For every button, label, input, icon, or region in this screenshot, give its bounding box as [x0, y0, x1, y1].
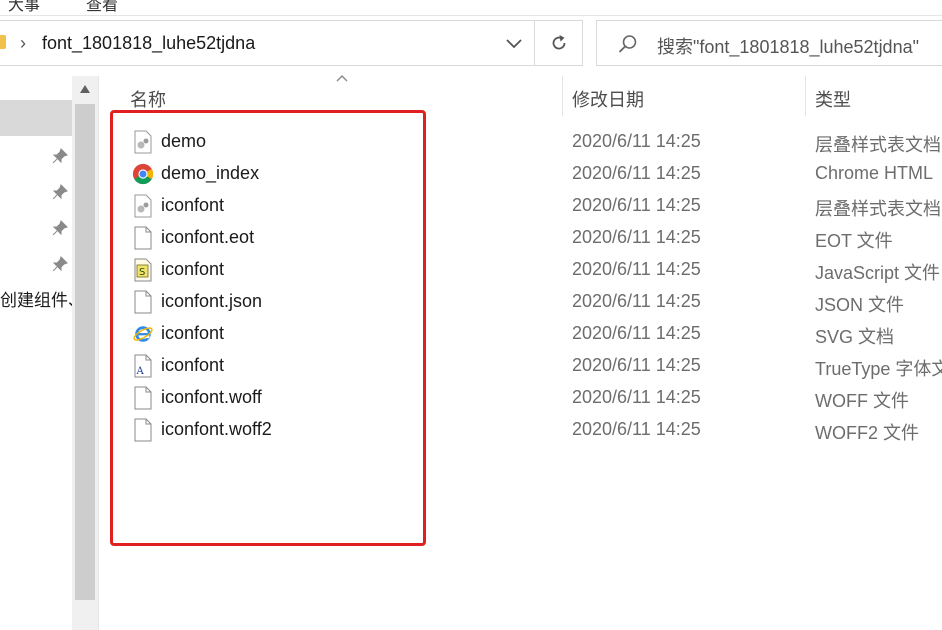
file-date: 2020/6/11 14:25 — [572, 323, 701, 343]
scrollbar-thumb[interactable] — [75, 104, 95, 600]
nav-scrollbar[interactable] — [72, 76, 98, 630]
file-date: 2020/6/11 14:25 — [572, 227, 701, 247]
file-type: 层叠样式表文档 — [815, 135, 941, 155]
file-date: 2020/6/11 14:25 — [572, 131, 701, 151]
chevron-right-icon[interactable]: › — [20, 33, 26, 54]
column-header-type[interactable]: 类型 — [806, 76, 942, 118]
pin-icon[interactable] — [52, 184, 68, 200]
ribbon-item[interactable]: 查看 — [86, 0, 118, 15]
file-type: JavaScript 文件 — [815, 263, 941, 283]
nav-item-selected[interactable] — [0, 100, 72, 136]
file-date: 2020/6/11 14:25 — [572, 355, 701, 375]
ribbon-item[interactable]: 大事 — [8, 0, 40, 15]
file-type: TrueType 字体文件 — [815, 359, 942, 379]
pin-icon[interactable] — [52, 220, 68, 236]
address-bar[interactable]: › font_1801818_luhe52tjdna — [0, 20, 535, 66]
chevron-down-icon[interactable] — [504, 31, 524, 55]
file-type: SVG 文档 — [815, 327, 895, 347]
pin-icon[interactable] — [52, 148, 68, 164]
file-date: 2020/6/11 14:25 — [572, 387, 701, 407]
file-type: JSON 文件 — [815, 295, 905, 315]
search-input[interactable]: 搜索"font_1801818_luhe52tjdna" — [657, 33, 919, 59]
file-type: Chrome HTML — [815, 163, 934, 183]
pin-icon[interactable] — [52, 256, 68, 272]
refresh-icon — [552, 35, 565, 50]
address-path[interactable]: font_1801818_luhe52tjdna — [42, 33, 255, 54]
search-icon — [618, 35, 637, 53]
file-date: 2020/6/11 14:25 — [572, 259, 701, 279]
file-type: WOFF2 文件 — [815, 423, 919, 443]
scroll-up-icon[interactable] — [79, 84, 91, 94]
highlight-box — [110, 110, 426, 546]
refresh-button[interactable] — [535, 20, 583, 66]
file-type: WOFF 文件 — [815, 391, 909, 411]
pane-divider[interactable] — [98, 76, 99, 630]
file-type: 层叠样式表文档 — [815, 199, 941, 219]
folder-icon — [0, 35, 6, 49]
file-date: 2020/6/11 14:25 — [572, 163, 701, 183]
file-type: EOT 文件 — [815, 231, 893, 251]
column-header-date[interactable]: 修改日期 — [563, 76, 805, 118]
navigation-pane: 创建组件、 — [0, 76, 85, 630]
file-date: 2020/6/11 14:25 — [572, 291, 701, 311]
file-date: 2020/6/11 14:25 — [572, 195, 701, 215]
ribbon-strip: 大事 查看 — [0, 0, 942, 16]
file-date: 2020/6/11 14:25 — [572, 419, 701, 439]
search-box[interactable]: 搜索"font_1801818_luhe52tjdna" — [596, 20, 942, 66]
